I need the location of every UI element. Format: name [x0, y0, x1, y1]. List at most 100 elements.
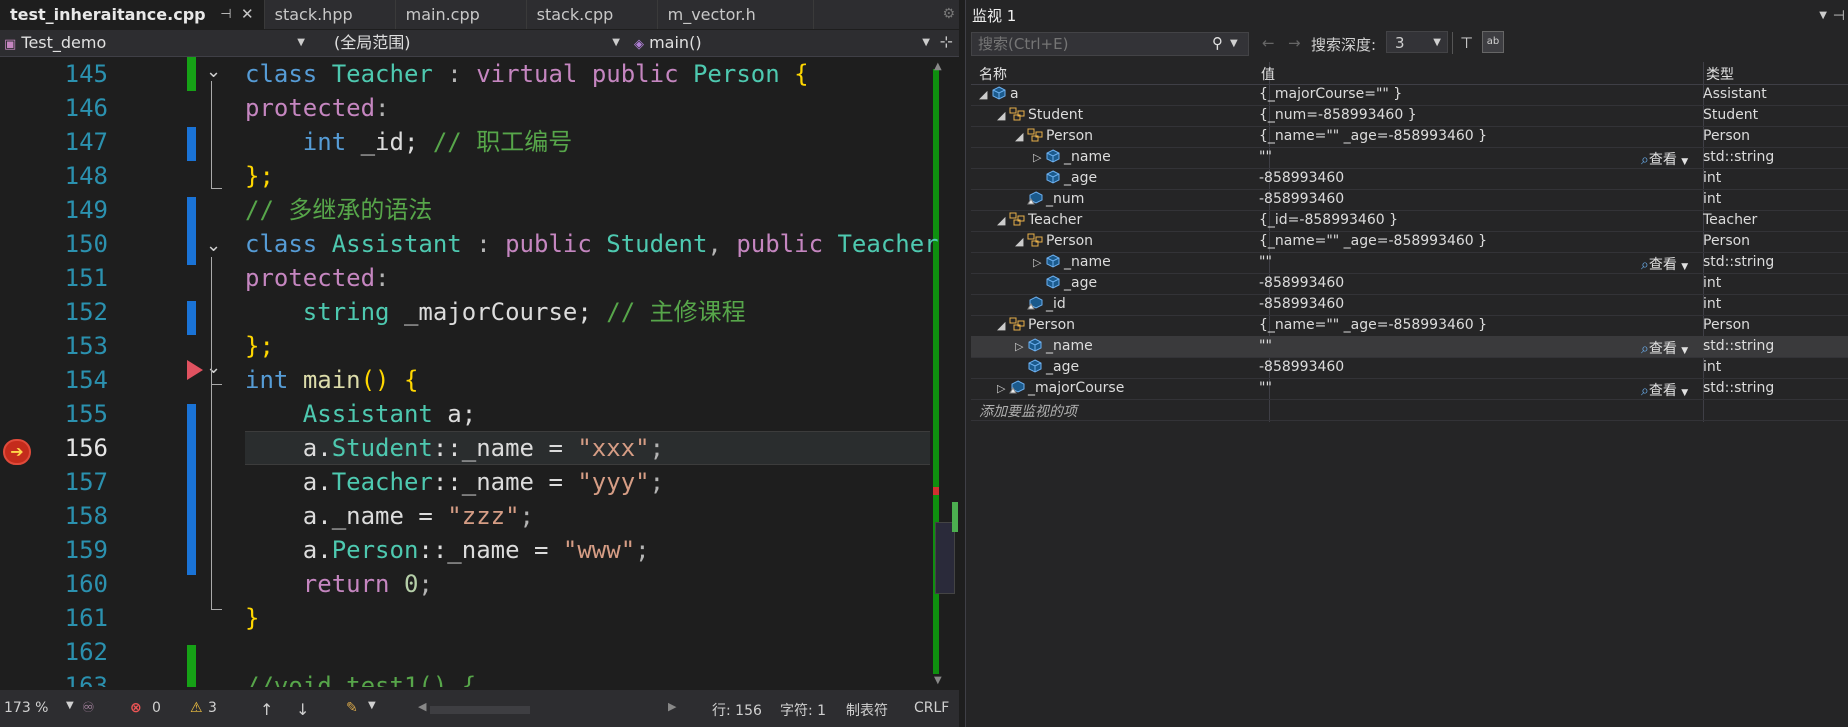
scroll-right-icon[interactable]: ▶	[668, 700, 676, 713]
watch-item-value[interactable]: -858993460	[1259, 359, 1344, 375]
watch-item-name: _age	[1015, 359, 1079, 375]
watch-item-value[interactable]: ""	[1259, 338, 1272, 354]
scroll-left-icon[interactable]: ◀	[418, 700, 426, 713]
brush-icon[interactable]: ✎	[346, 700, 358, 716]
collapse-arrow-icon[interactable]: ◢	[997, 214, 1009, 227]
arrow-down-icon[interactable]: ↓	[296, 700, 309, 719]
expand-arrow-icon[interactable]: ▷	[1015, 340, 1027, 353]
arrow-up-icon[interactable]: ↑	[260, 700, 273, 719]
back-arrow-icon[interactable]: ←	[1262, 34, 1275, 52]
tab-stack-cpp[interactable]: stack.cpp	[527, 0, 658, 29]
watch-item-value[interactable]: {_name="" _age=-858993460 }	[1259, 317, 1487, 333]
watch-item-value[interactable]: {_num=-858993460 }	[1259, 107, 1417, 123]
warning-count[interactable]: 3	[208, 700, 217, 716]
line-ending[interactable]: CRLF	[914, 700, 949, 716]
watch-row[interactable]: ◢ a {_majorCourse="" } Assistant	[971, 84, 1848, 106]
add-watch-row[interactable]: 添加要监视的项	[971, 399, 1848, 421]
watch-row[interactable]: _num -858993460 int	[971, 189, 1848, 211]
text-visualizer-button[interactable]: ⌕查看 ▼	[1641, 338, 1688, 358]
tab-main-cpp[interactable]: main.cpp	[396, 0, 527, 29]
collapse-arrow-icon[interactable]: ◢	[997, 109, 1009, 122]
view-label: 查看	[1648, 257, 1677, 273]
code-area[interactable]: ⌄ ⌄ ⌄ ➔ ▲ ▼ 145 class Teacher : virtual …	[0, 57, 959, 687]
forward-arrow-icon[interactable]: →	[1288, 34, 1301, 52]
tab-m-vector-h[interactable]: m_vector.h	[658, 0, 814, 29]
watch-item-name-text: _majorCourse	[1028, 380, 1125, 396]
watch-item-name: _age	[1033, 170, 1097, 186]
watch-row[interactable]: ◢ Teacher {_id=-858993460 } Teacher	[971, 210, 1848, 232]
watch-row[interactable]: ▷ _name "" ⌕查看 ▼ std::string	[971, 252, 1848, 274]
code-text: protected:	[245, 264, 390, 292]
text-visualizer-button[interactable]: ⌕查看 ▼	[1641, 149, 1688, 169]
error-count[interactable]: 0	[152, 700, 161, 716]
copilot-icon[interactable]: ♾	[82, 700, 95, 716]
watch-item-value[interactable]: -858993460	[1259, 275, 1344, 291]
watch-item-value[interactable]: -858993460	[1259, 191, 1344, 207]
watch-row[interactable]: _id -858993460 int	[971, 294, 1848, 316]
watch-item-value[interactable]: {_name="" _age=-858993460 }	[1259, 128, 1487, 144]
pin-source-icon[interactable]: ⊤	[1460, 34, 1473, 52]
watch-row[interactable]: ▷ _majorCourse "" ⌕查看 ▼ std::string	[971, 378, 1848, 400]
line-number: 145	[64, 60, 108, 88]
hex-display-icon[interactable]: ab	[1482, 31, 1504, 53]
tab-test-inheraitance[interactable]: test_inheraitance.cpp ⊣ ✕	[0, 0, 265, 29]
magnifier-icon: ⌕	[1641, 152, 1649, 168]
window-menu-icon[interactable]: ▼	[1819, 4, 1827, 28]
search-depth-dropdown[interactable]: 3 ▼	[1386, 31, 1448, 53]
watch-row[interactable]: ▷ _name "" ⌕查看 ▼ std::string	[971, 147, 1848, 169]
watch-row[interactable]: ◢ Person {_name="" _age=-858993460 } Person	[971, 231, 1848, 253]
watch-item-value[interactable]: ""	[1259, 149, 1272, 165]
watch-item-value[interactable]: {_id=-858993460 }	[1259, 212, 1398, 228]
text-visualizer-button[interactable]: ⌕查看 ▼	[1641, 254, 1688, 274]
collapse-arrow-icon[interactable]: ◢	[997, 319, 1009, 332]
code-text: return 0;	[302, 570, 433, 598]
watch-item-value[interactable]: {_majorCourse="" }	[1259, 86, 1402, 102]
search-icon[interactable]: ⚲	[1212, 34, 1223, 52]
line-number: 155	[64, 400, 108, 428]
search-depth-label: 搜索深度:	[1311, 36, 1377, 54]
code-text: int main() {	[245, 366, 419, 394]
text-visualizer-button[interactable]: ⌕查看 ▼	[1641, 380, 1688, 400]
scope-dropdown[interactable]: (全局范围) ▼	[330, 32, 624, 54]
pin-icon[interactable]: ⊣	[220, 0, 231, 29]
collapse-arrow-icon[interactable]: ◢	[979, 88, 991, 101]
member-dropdown[interactable]: ◈ main() ▼	[630, 32, 934, 54]
code-text: Assistant a;	[302, 400, 477, 428]
code-editor[interactable]: test_inheraitance.cpp ⊣ ✕ stack.hpp main…	[0, 0, 959, 727]
watch-row[interactable]: ▷ _name "" ⌕查看 ▼ std::string	[971, 336, 1848, 358]
watch-item-value[interactable]: -858993460	[1259, 170, 1344, 186]
watch-row[interactable]: ◢ Student {_num=-858993460 } Student	[971, 105, 1848, 127]
chevron-down-icon[interactable]: ▼	[66, 700, 74, 711]
expand-arrow-icon[interactable]: ▷	[1033, 256, 1045, 269]
chevron-down-icon[interactable]: ▼	[368, 700, 376, 711]
pin-icon[interactable]: ⊣	[1833, 4, 1845, 28]
expand-arrow-icon[interactable]: ▷	[1033, 151, 1045, 164]
split-editor-icon[interactable]: ⊹	[940, 32, 953, 51]
search-input[interactable]	[971, 32, 1249, 56]
watch-item-value[interactable]: ""	[1259, 254, 1272, 270]
zoom-level[interactable]: 173 %	[4, 700, 48, 716]
watch-row[interactable]: ◢ Person {_name="" _age=-858993460 } Person	[971, 315, 1848, 337]
tab-overflow-icon[interactable]: ⚙	[942, 0, 955, 29]
column-header-type[interactable]: 类型	[1706, 64, 1734, 84]
column-header-value[interactable]: 值	[1261, 64, 1275, 84]
watch-item-value[interactable]: {_name="" _age=-858993460 }	[1259, 233, 1487, 249]
watch-row[interactable]: _age -858993460 int	[971, 168, 1848, 190]
watch-row[interactable]: _age -858993460 int	[971, 273, 1848, 295]
watch-item-value[interactable]: ""	[1259, 380, 1272, 396]
column-header-name[interactable]: 名称	[979, 64, 1007, 84]
horizontal-scrollbar-thumb[interactable]	[430, 706, 530, 714]
collapse-arrow-icon[interactable]: ◢	[1015, 235, 1027, 248]
project-dropdown[interactable]: ▣ Test_demo ▼	[0, 32, 309, 54]
collapse-arrow-icon[interactable]: ◢	[1015, 130, 1027, 143]
indent-mode[interactable]: 制表符	[846, 700, 888, 720]
watch-row[interactable]: _age -858993460 int	[971, 357, 1848, 379]
add-watch-item-placeholder[interactable]: 添加要监视的项	[979, 401, 1077, 421]
tab-stack-hpp[interactable]: stack.hpp	[265, 0, 396, 29]
expand-arrow-icon[interactable]: ▷	[997, 382, 1009, 395]
watch-row[interactable]: ◢ Person {_name="" _age=-858993460 } Person	[971, 126, 1848, 148]
tab-label: test_inheraitance.cpp	[10, 5, 206, 24]
close-icon[interactable]: ✕	[241, 0, 254, 29]
watch-item-value[interactable]: -858993460	[1259, 296, 1344, 312]
chevron-down-icon[interactable]: ▼	[1230, 38, 1238, 49]
